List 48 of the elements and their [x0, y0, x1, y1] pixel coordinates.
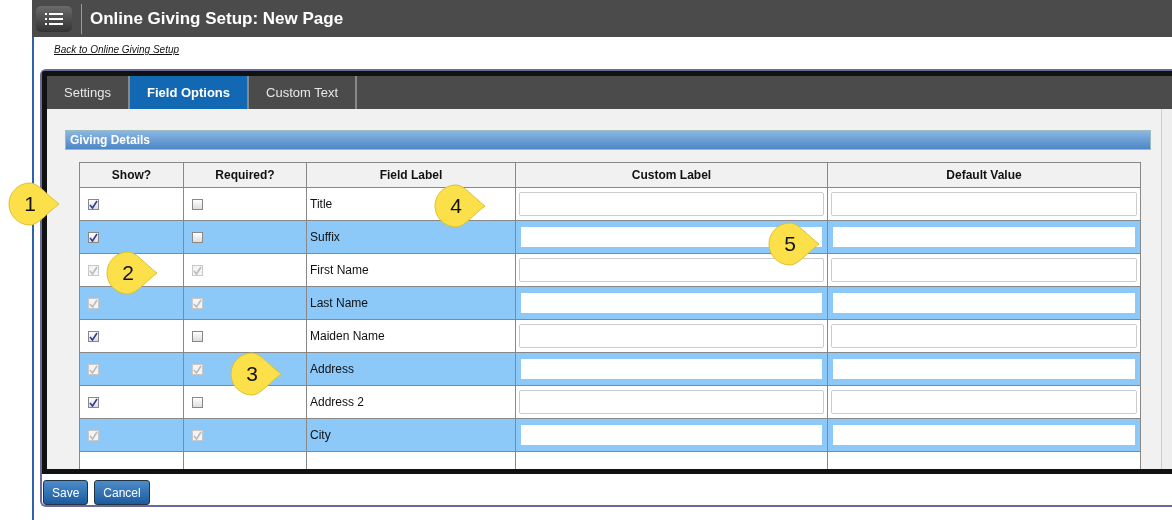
checkbox[interactable]: [192, 231, 203, 243]
default-value-input[interactable]: [831, 423, 1137, 447]
checkbox[interactable]: [88, 396, 99, 408]
field-label-cell: Maiden Name: [306, 319, 516, 353]
column-header: Field Label: [306, 162, 516, 188]
action-button[interactable]: Cancel: [94, 480, 150, 505]
callout-marker: 4: [434, 184, 486, 228]
custom-label-input[interactable]: [519, 291, 824, 315]
column-header: Show?: [79, 162, 184, 188]
callout-marker: 5: [768, 222, 820, 266]
default-value-input[interactable]: [831, 390, 1137, 414]
default-value-input[interactable]: [831, 258, 1137, 282]
custom-label-input[interactable]: [519, 324, 824, 348]
callout-marker: 2: [106, 251, 158, 295]
default-value-input[interactable]: [831, 192, 1137, 216]
checkbox[interactable]: [88, 198, 99, 210]
custom-label-input[interactable]: [519, 258, 824, 282]
page-title: Online Giving Setup: New Page: [90, 8, 344, 29]
default-value-input[interactable]: [831, 357, 1137, 381]
custom-label-input[interactable]: [519, 390, 824, 414]
checkbox[interactable]: [192, 198, 203, 210]
field-label-cell: City: [306, 418, 516, 452]
callout-marker: 3: [230, 352, 282, 396]
back-link[interactable]: Back to Online Giving Setup: [54, 44, 180, 55]
default-value-input[interactable]: [831, 291, 1137, 315]
section-header: Giving Details: [65, 130, 1151, 150]
menu-icon: [45, 12, 63, 25]
default-value-input[interactable]: [831, 324, 1137, 348]
default-value-input[interactable]: [831, 225, 1137, 249]
tab[interactable]: Field Options: [130, 76, 250, 109]
field-label-cell: Suffix: [306, 220, 516, 254]
field-label-cell: Last Name: [306, 286, 516, 320]
callout-marker: 1: [8, 182, 60, 226]
menu-button[interactable]: [36, 5, 72, 32]
checkbox[interactable]: [192, 330, 203, 342]
checkbox[interactable]: [192, 396, 203, 408]
column-header: Custom Label: [515, 162, 828, 188]
column-header: Required?: [183, 162, 307, 188]
custom-label-input[interactable]: [519, 423, 824, 447]
action-button[interactable]: Save: [43, 480, 89, 505]
checkbox[interactable]: [88, 231, 99, 243]
column-header: Default Value: [827, 162, 1141, 188]
custom-label-input[interactable]: [519, 192, 824, 216]
field-label-cell: First Name: [306, 253, 516, 287]
field-label-cell: Address 2: [306, 385, 516, 419]
checkbox[interactable]: [88, 330, 99, 342]
custom-label-input[interactable]: [519, 357, 824, 381]
field-label-cell: Address: [306, 352, 516, 386]
